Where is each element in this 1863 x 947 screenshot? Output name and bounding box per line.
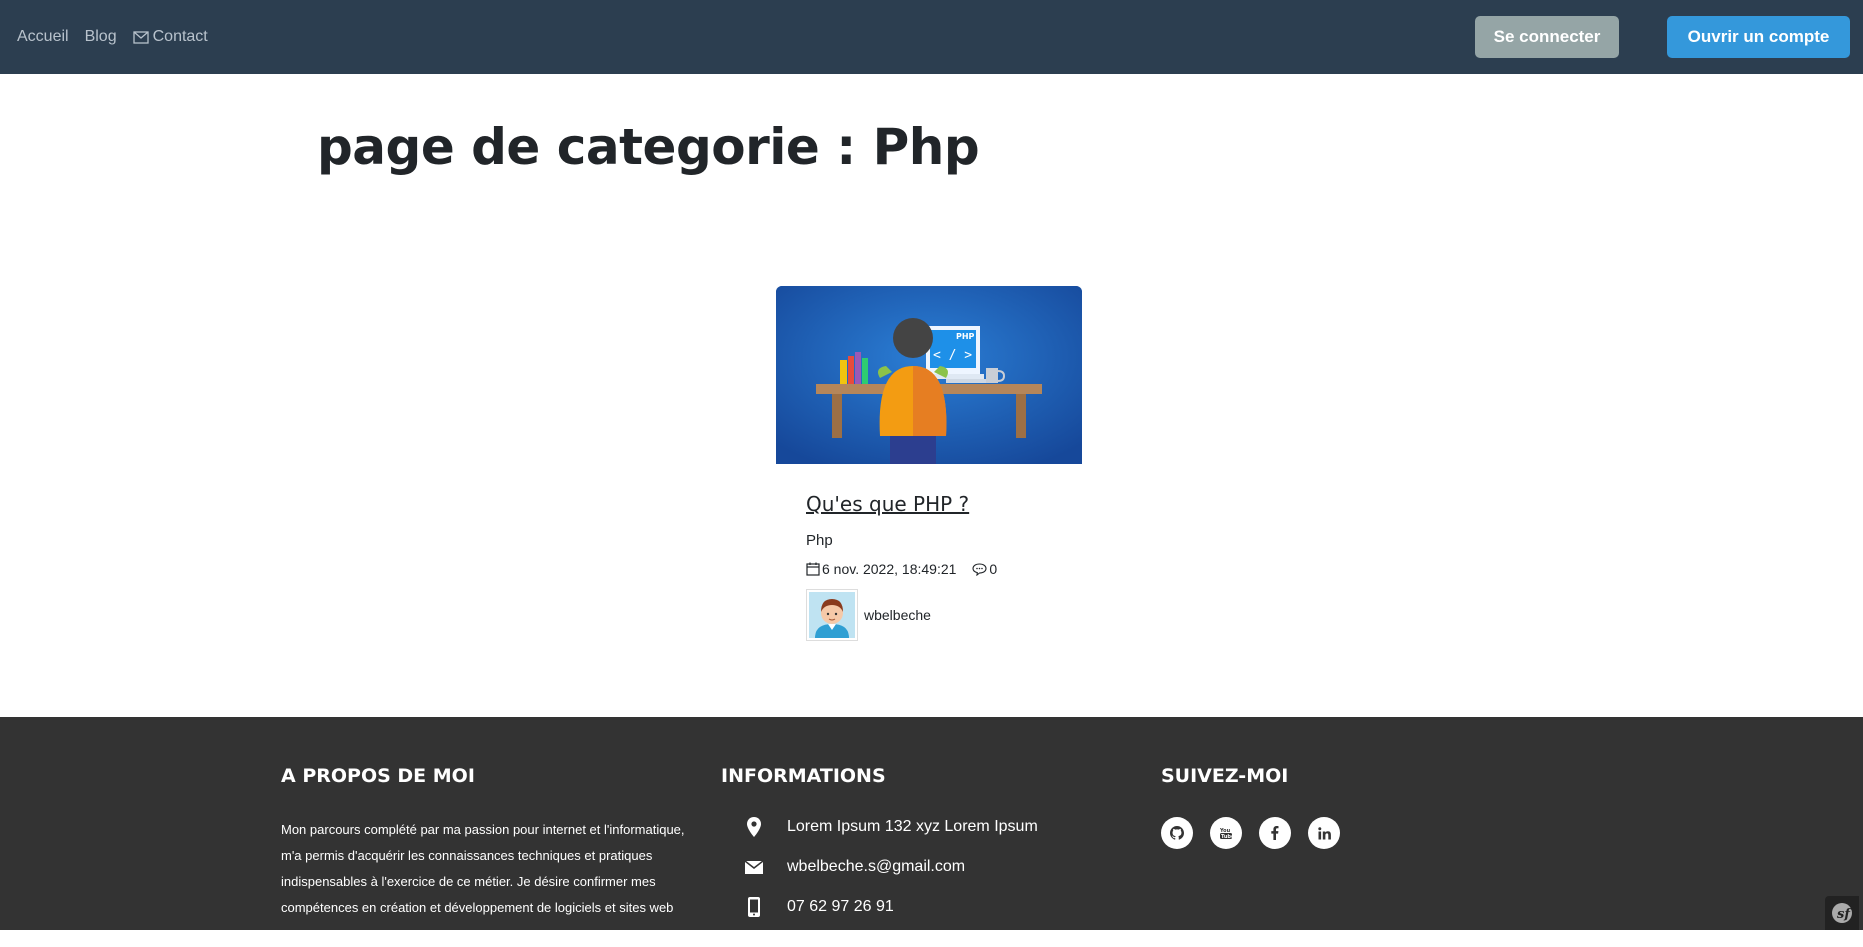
info-address-text: Lorem Ipsum 132 xyz Lorem Ipsum — [787, 818, 1038, 835]
article-title-link[interactable]: Qu'es que PHP ? — [806, 492, 969, 516]
svg-text:Tube: Tube — [1221, 834, 1233, 840]
facebook-button[interactable] — [1259, 817, 1291, 849]
mobile-phone-icon — [748, 897, 760, 917]
nav-links: Accueil Blog Contact — [17, 0, 208, 74]
github-button[interactable] — [1161, 817, 1193, 849]
map-marker-icon — [747, 817, 761, 837]
linkedin-button[interactable] — [1308, 817, 1340, 849]
register-button[interactable]: Ouvrir un compte — [1667, 16, 1850, 58]
author-avatar[interactable] — [806, 589, 858, 641]
nav-link-contact-label: Contact — [152, 28, 208, 45]
svg-text:< / >: < / > — [933, 348, 972, 363]
about-line: m'a permis d'acquérir les connaissances … — [281, 848, 653, 863]
info-email: wbelbeche.s@gmail.com — [721, 847, 1038, 887]
article-body: Qu'es que PHP ? Php 6 nov. 2022, 18:49:2… — [776, 464, 1082, 641]
article-comments: 0 — [972, 561, 997, 577]
article-image[interactable]: PHP < / > — [776, 286, 1082, 464]
footer-about: A PROPOS DE MOI Mon parcours complété pa… — [281, 765, 701, 947]
envelope-icon — [745, 860, 763, 874]
envelope-icon — [132, 30, 149, 44]
nav-link-contact[interactable]: Contact — [132, 28, 208, 46]
info-address: Lorem Ipsum 132 xyz Lorem Ipsum — [721, 807, 1038, 847]
page-title: page de categorie : Php — [317, 118, 980, 176]
github-icon — [1170, 826, 1184, 840]
info-phone: 07 62 97 26 91 — [721, 887, 1038, 927]
about-text: Mon parcours complété par ma passion pou… — [281, 817, 701, 947]
author-name[interactable]: wbelbeche — [864, 607, 931, 623]
monitor-php-label: PHP — [956, 332, 975, 341]
nav-link-accueil[interactable]: Accueil — [17, 28, 69, 46]
linkedin-icon — [1317, 826, 1331, 839]
social-links: You Tube — [1161, 817, 1340, 849]
nav-link-blog[interactable]: Blog — [85, 28, 117, 46]
footer-info: INFORMATIONS Lorem Ipsum 132 xyz Lorem I… — [721, 765, 1038, 927]
facebook-icon — [1271, 826, 1279, 840]
footer-social: SUIVEZ-MOI You Tube — [1161, 765, 1340, 849]
about-line: indispensables à l'exercice de ce métier… — [281, 874, 656, 889]
article-comment-count: 0 — [989, 561, 998, 577]
about-line: compétences en création et développement… — [281, 900, 674, 941]
about-line: Mon parcours complété par ma passion pou… — [281, 822, 685, 837]
article-date-text: 6 nov. 2022, 18:49:21 — [822, 561, 957, 577]
symfony-icon: sf — [1832, 903, 1852, 923]
navbar: Accueil Blog Contact Se connecter Ouvrir… — [0, 0, 1863, 74]
youtube-icon: YouTube — [1219, 828, 1233, 840]
article-author: wbelbeche — [806, 589, 1052, 641]
article-date: 6 nov. 2022, 18:49:21 — [806, 561, 956, 577]
about-heading: A PROPOS DE MOI — [281, 765, 475, 787]
info-email-text[interactable]: wbelbeche.s@gmail.com — [787, 858, 965, 876]
article-card: PHP < / > Qu'es que PHP ? Php 6 nov. 202… — [776, 286, 1082, 641]
symfony-toolbar-toggle[interactable]: sf — [1825, 896, 1859, 930]
article-meta: 6 nov. 2022, 18:49:21 0 — [806, 561, 1052, 577]
comment-icon — [972, 562, 987, 576]
youtube-button[interactable]: You Tube — [1210, 817, 1242, 849]
login-button[interactable]: Se connecter — [1475, 16, 1619, 58]
info-heading: INFORMATIONS — [721, 765, 886, 787]
footer: A PROPOS DE MOI Mon parcours complété pa… — [0, 717, 1863, 941]
calendar-icon — [806, 562, 820, 576]
article-category: Php — [806, 532, 833, 549]
info-phone-text: 07 62 97 26 91 — [787, 898, 894, 915]
social-heading: SUIVEZ-MOI — [1161, 765, 1289, 787]
